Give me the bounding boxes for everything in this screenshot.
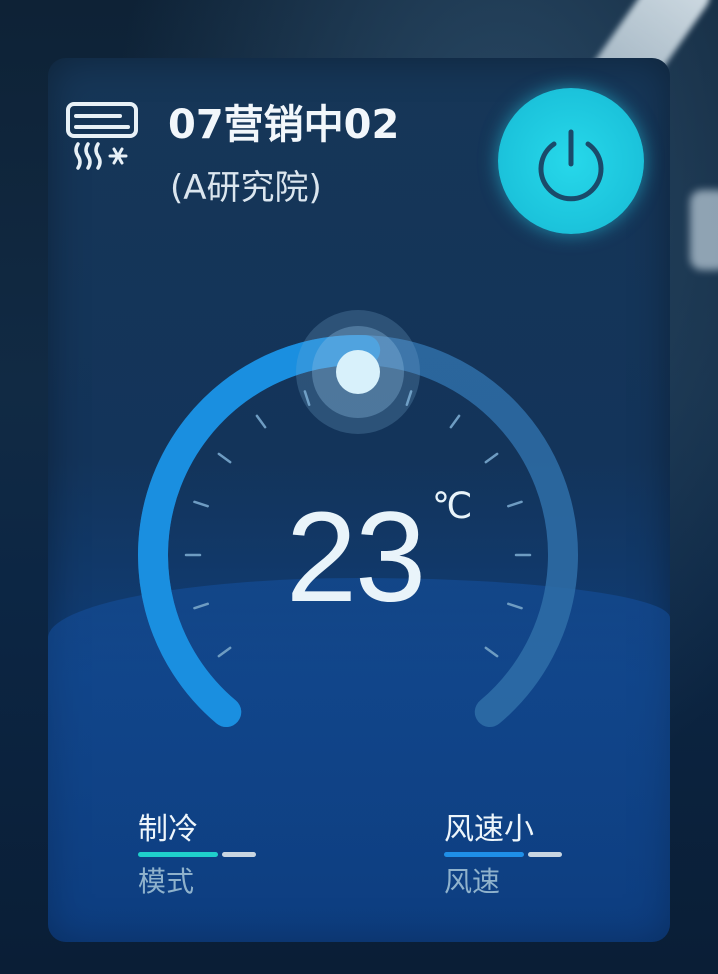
dial-tick bbox=[507, 602, 523, 610]
mode-control[interactable]: 制冷 模式 bbox=[138, 812, 268, 899]
dial-tick bbox=[484, 452, 499, 464]
dial-tick bbox=[193, 602, 209, 610]
dial-tick bbox=[484, 646, 499, 658]
photo-of-thermostat-screen: 07营销中02 (A研究院) 23 ℃ 制冷 模式 风速小 风速 bbox=[0, 0, 718, 974]
dial-handle[interactable] bbox=[296, 310, 420, 434]
fan-speed-value: 风速小 bbox=[444, 812, 534, 847]
mode-value: 制冷 bbox=[138, 812, 198, 847]
handle-knob bbox=[336, 350, 380, 394]
mode-label: 模式 bbox=[138, 865, 195, 898]
dial-tick bbox=[217, 452, 232, 464]
fan-speed-control[interactable]: 风速小 风速 bbox=[444, 812, 584, 899]
temperature-value: 23 bbox=[285, 486, 426, 629]
dial-tick bbox=[193, 500, 209, 508]
dial-tick bbox=[217, 646, 232, 658]
fan-speed-label: 风速 bbox=[444, 865, 501, 898]
dial-tick bbox=[255, 414, 267, 429]
dial-tick bbox=[449, 414, 461, 429]
temperature-unit: ℃ bbox=[432, 486, 473, 527]
mode-indicator-bar bbox=[138, 852, 268, 857]
dial-tick bbox=[507, 500, 523, 508]
fan-speed-indicator-bar bbox=[444, 852, 584, 857]
